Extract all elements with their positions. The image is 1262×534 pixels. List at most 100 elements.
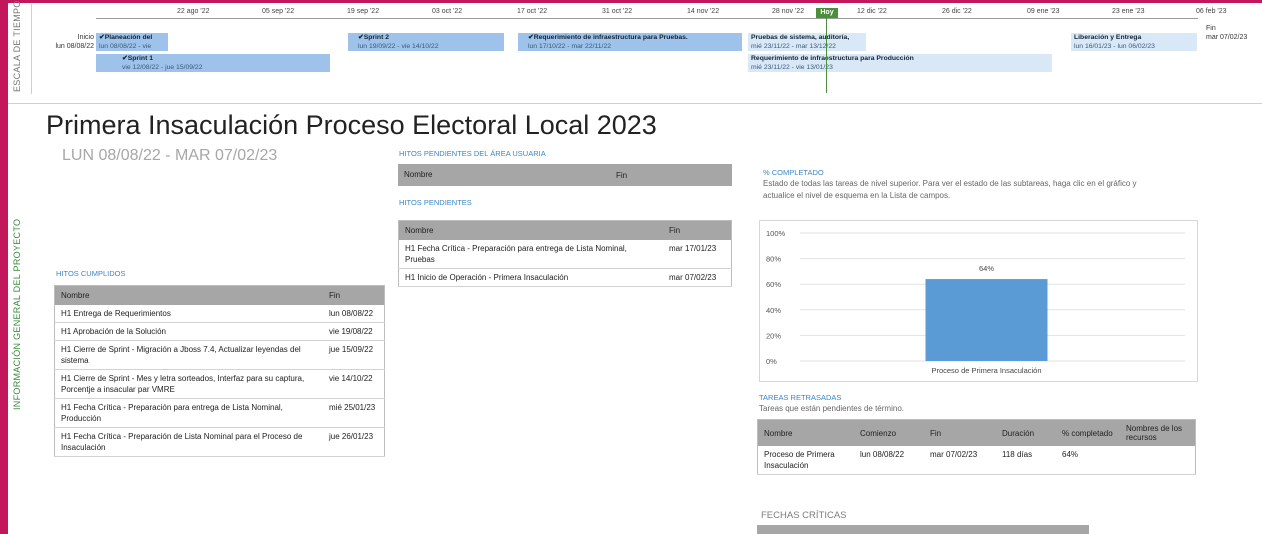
timeline-end: Fin mar 07/02/23 [1206, 24, 1247, 42]
column-header: Fin [663, 220, 732, 240]
table-cell: vie 14/10/22 [323, 369, 385, 399]
table-cell: 118 días [996, 446, 1056, 475]
table-cell: H1 Cierre de Sprint - Mes y letra sortea… [54, 369, 323, 399]
chart-data-label: 64% [979, 264, 994, 273]
column-header: Nombre [54, 285, 323, 305]
timeline-task-dates: lun 16/01/23 - lun 06/02/23 [1074, 42, 1155, 50]
timeline-tick: 12 dic '22 [857, 8, 887, 15]
column-header: Nombres de los recursos [1120, 419, 1196, 446]
timeline-task[interactable]: Liberación y Entrega lun 16/01/23 - lun … [1071, 33, 1197, 51]
timeline-task-name: Requerimiento de infraestructura para Pr… [751, 55, 914, 62]
hitos-cumplidos-table[interactable]: Nombre Fin H1 Entrega de Requerimientos l… [54, 285, 385, 457]
timeline-end-date: mar 07/02/23 [1206, 34, 1248, 41]
left-accent-bar [0, 0, 8, 534]
completado-label: % COMPLETADO [763, 168, 824, 177]
table-cell: 64% [1056, 446, 1120, 475]
date-range: LUN 08/08/22 - MAR 07/02/23 [62, 147, 278, 164]
timeline-start-date: lun 08/08/22 [55, 43, 94, 50]
timeline-task[interactable]: ✔Sprint 2 lun 19/09/22 - vie 14/10/22 [348, 33, 504, 51]
timeline-task-dates: mié 23/11/22 - mar 13/12/22 [751, 42, 836, 50]
hitos-pendientes-table[interactable]: Nombre Fin H1 Fecha Crítica - Preparació… [398, 220, 732, 287]
table-row[interactable]: H1 Aprobación de la Solución vie 19/08/22 [54, 322, 385, 341]
fechas-criticas-table-header[interactable] [757, 525, 1089, 534]
timeline-tick: 17 oct '22 [517, 8, 548, 15]
hitos-usuaria-label: HITOS PENDIENTES DEL ÁREA USUARIA [399, 149, 546, 158]
timeline-axis [96, 18, 1198, 19]
chart-y-tick-label: 20% [766, 331, 781, 340]
chart-category-label: Proceso de Primera Insaculación [931, 366, 1041, 375]
retrasadas-description: Tareas que están pendientes de término. [759, 404, 904, 413]
table-row[interactable]: H1 Fecha Crítica - Preparación para entr… [54, 398, 385, 428]
column-header: Nombre [398, 164, 610, 186]
timeline[interactable] [8, 0, 1262, 104]
chart-bar[interactable] [925, 279, 1048, 361]
table-row[interactable]: Proceso de Primera Insaculación lun 08/0… [757, 446, 1196, 475]
timeline-task[interactable]: Requerimiento de infraestructura para Pr… [748, 54, 1052, 72]
column-header: % completado [1056, 419, 1120, 446]
table-cell: mié 25/01/23 [323, 398, 385, 428]
timeline-task-dates: lun 17/10/22 - mar 22/11/22 [528, 42, 612, 50]
timeline-tick: 03 oct '22 [432, 8, 463, 15]
timeline-task-dates: lun 19/09/22 - vie 14/10/22 [358, 42, 439, 50]
timeline-task-name: ✔Planeación del [99, 34, 153, 41]
page-title: Primera Insaculación Proceso Electoral L… [46, 110, 657, 140]
timeline-tick: 31 oct '22 [602, 8, 633, 15]
timeline-task-name: ✔Requerimiento de infraestructura para P… [528, 34, 688, 41]
table-cell: vie 19/08/22 [323, 322, 385, 341]
table-cell: lun 08/08/22 [854, 446, 924, 475]
timeline-task[interactable]: ✔Sprint 1 vie 12/08/22 - jue 15/09/22 [96, 54, 330, 72]
timeline-task[interactable]: Pruebas de sistema, auditoría, mié 23/11… [748, 33, 866, 51]
table-cell: H1 Inicio de Operación - Primera Insacul… [398, 268, 663, 287]
timeline-task-dates: lun 08/08/22 - vie [99, 42, 152, 50]
table-cell: H1 Aprobación de la Solución [54, 322, 323, 341]
timeline-tick: 09 ene '23 [1027, 8, 1060, 15]
timeline-tick: 19 sep '22 [347, 8, 380, 15]
fechas-criticas-label: FECHAS CRÍTICAS [761, 510, 847, 521]
timeline-task[interactable]: ✔Planeación del lun 08/08/22 - vie [96, 33, 168, 51]
column-header: Nombre [757, 419, 854, 446]
timeline-start-label: Inicio [77, 34, 94, 41]
table-cell: H1 Fecha Crítica - Preparación de Lista … [54, 427, 323, 457]
column-header: Fin [924, 419, 996, 446]
table-cell: H1 Entrega de Requerimientos [54, 305, 323, 323]
column-header: Comienzo [854, 419, 924, 446]
table-row[interactable]: H1 Cierre de Sprint - Migración a Jboss … [54, 340, 385, 370]
chart-svg: 100% 80% 60% 40% 20% 0% 64% Proceso de Primera … [766, 229, 1185, 375]
table-row[interactable]: H1 Entrega de Requerimientos lun 08/08/22 [54, 305, 385, 323]
timeline-task[interactable]: ✔Requerimiento de infraestructura para P… [518, 33, 742, 51]
timeline-task-dates: mié 23/11/22 - vie 13/01/23 [751, 63, 833, 71]
retrasadas-label: TAREAS RETRASADAS [759, 393, 842, 402]
table-cell: jue 26/01/23 [323, 427, 385, 457]
timeline-task-name: ✔Sprint 2 [358, 34, 389, 41]
timeline-tick: 05 sep '22 [262, 8, 295, 15]
percent-complete-chart[interactable]: 100% 80% 60% 40% 20% 0% 64% Proceso de Primera … [759, 220, 1198, 382]
timeline-tick: 14 nov '22 [687, 8, 720, 15]
timeline-task-dates: vie 12/08/22 - jue 15/09/22 [122, 63, 203, 71]
table-cell: Proceso de Primera Insaculación [757, 446, 854, 475]
column-header: Fin [610, 164, 732, 186]
today-marker-line [826, 10, 827, 93]
chart-y-tick-label: 100% [766, 229, 786, 238]
table-row[interactable]: H1 Fecha Crítica - Preparación para entr… [398, 240, 732, 269]
timeline-task-name: Liberación y Entrega [1074, 34, 1142, 41]
project-side-label: INFORMACIÓN GENERAL DEL PROYECTO [12, 218, 22, 410]
table-row[interactable]: H1 Inicio de Operación - Primera Insacul… [398, 268, 732, 287]
timeline-tick: 06 feb '23 [1196, 8, 1227, 15]
table-row[interactable]: H1 Fecha Crítica - Preparación de Lista … [54, 427, 385, 457]
chart-y-tick-label: 60% [766, 280, 781, 289]
completado-description: Estado de todas las tareas de nivel supe… [763, 179, 1137, 200]
table-cell [1120, 446, 1196, 475]
column-header: Duración [996, 419, 1056, 446]
table-cell: H1 Cierre de Sprint - Migración a Jboss … [54, 340, 323, 370]
tareas-retrasadas-table[interactable]: Nombre Comienzo Fin Duración % completad… [757, 419, 1196, 475]
table-cell: mar 17/01/23 [663, 240, 732, 269]
timeline-end-label: Fin [1206, 25, 1216, 32]
chart-y-tick-label: 0% [766, 357, 777, 366]
column-header: Fin [323, 285, 385, 305]
table-cell: lun 08/08/22 [323, 305, 385, 323]
today-badge: Hoy [816, 8, 838, 18]
table-row[interactable]: H1 Cierre de Sprint - Mes y letra sortea… [54, 369, 385, 399]
table-cell: H1 Fecha Crítica - Preparación para entr… [54, 398, 323, 428]
column-header: Nombre [398, 220, 663, 240]
hitos-usuaria-table[interactable]: Nombre Fin [398, 164, 732, 186]
